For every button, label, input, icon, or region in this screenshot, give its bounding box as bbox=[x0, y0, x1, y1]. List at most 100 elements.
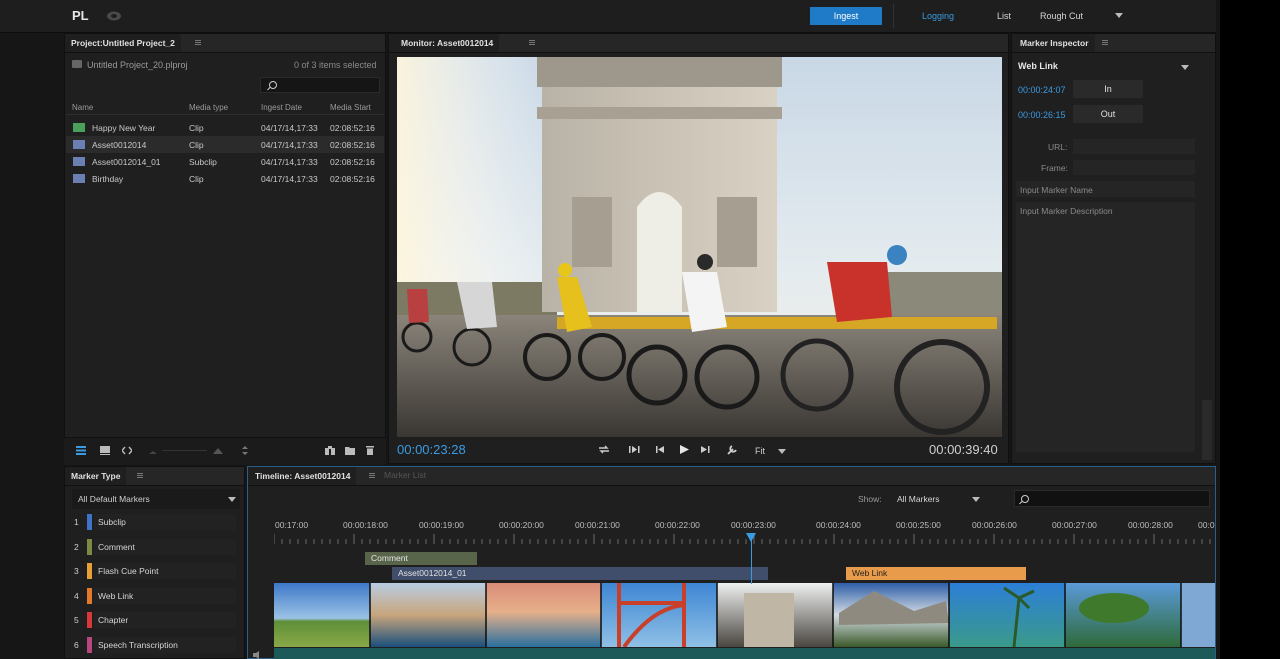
project-search-input[interactable] bbox=[260, 77, 380, 93]
zoom-small-icon[interactable] bbox=[148, 446, 158, 455]
frame-input[interactable] bbox=[1073, 160, 1195, 175]
icon-view-icon[interactable] bbox=[100, 446, 110, 455]
folder-icon[interactable] bbox=[345, 446, 355, 455]
tab-marker-type[interactable]: Marker Type bbox=[65, 467, 127, 485]
out-timecode[interactable]: 00:00:26:15 bbox=[1018, 110, 1066, 120]
comment-marker[interactable]: Comment bbox=[365, 552, 477, 565]
panel-menu-icon[interactable] bbox=[369, 473, 375, 474]
subclip-marker[interactable]: Asset0012014_01 bbox=[392, 567, 768, 580]
marker-filter-select[interactable]: All Default Markers bbox=[72, 489, 240, 509]
marker-type-number: 5 bbox=[74, 615, 79, 625]
in-timecode[interactable]: 00:00:24:07 bbox=[1018, 85, 1066, 95]
screen-margin bbox=[1220, 0, 1280, 659]
marker-type-item-speech-transcription[interactable]: 6 Speech Transcription bbox=[72, 635, 236, 655]
list-view-icon[interactable] bbox=[76, 446, 86, 455]
sort-icon[interactable] bbox=[240, 446, 250, 455]
set-in-button[interactable]: In bbox=[1073, 80, 1143, 98]
table-row[interactable]: Asset0012014 Clip 04/17/14,17:33 02:08:5… bbox=[66, 136, 384, 153]
ruler-label: 00:00:21:00 bbox=[575, 520, 620, 530]
step-to-in-icon[interactable] bbox=[628, 444, 640, 455]
color-swatch bbox=[87, 637, 92, 653]
table-row[interactable]: Happy New Year Clip 04/17/14,17:33 02:08… bbox=[66, 119, 384, 136]
playhead-handle[interactable] bbox=[746, 533, 756, 542]
ruler-label: 00:0 bbox=[1198, 520, 1215, 530]
trash-icon[interactable] bbox=[365, 446, 375, 455]
playhead-line bbox=[751, 540, 752, 584]
play-icon[interactable] bbox=[678, 444, 690, 455]
chevron-down-icon[interactable] bbox=[228, 497, 236, 502]
video-track-filmstrip[interactable] bbox=[274, 583, 1215, 647]
chevron-down-icon[interactable] bbox=[972, 497, 980, 502]
list-tab[interactable]: List bbox=[997, 11, 1011, 21]
tab-marker-list[interactable]: Marker List bbox=[384, 470, 426, 480]
duration-timecode: 00:00:39:40 bbox=[929, 442, 998, 457]
marker-type-item-web-link[interactable]: 4 Web Link bbox=[72, 586, 236, 606]
wrench-icon[interactable] bbox=[726, 444, 738, 455]
column-header-ingest-date[interactable]: Ingest Date bbox=[261, 103, 302, 112]
step-forward-icon[interactable] bbox=[699, 444, 711, 455]
new-bin-icon[interactable] bbox=[325, 446, 335, 455]
marker-type-item-flash-cue-point[interactable]: 3 Flash Cue Point bbox=[72, 561, 236, 581]
row-date: 04/17/14,17:33 bbox=[261, 123, 318, 133]
tab-monitor[interactable]: Monitor: Asset0012014 bbox=[389, 34, 500, 52]
table-row[interactable]: Asset0012014_01 Subclip 04/17/14,17:33 0… bbox=[66, 153, 384, 170]
tab-marker-inspector[interactable]: Marker Inspector bbox=[1012, 34, 1095, 52]
marker-type-item-chapter[interactable]: 5 Chapter bbox=[72, 610, 236, 630]
marker-name-input[interactable]: Input Marker Name bbox=[1016, 181, 1195, 197]
panel-menu-icon[interactable] bbox=[1102, 40, 1108, 41]
ruler-label: 00:00:26:00 bbox=[972, 520, 1017, 530]
expand-icon[interactable] bbox=[122, 446, 132, 455]
ruler-label: 00:00:27:00 bbox=[1052, 520, 1097, 530]
marker-type-select[interactable]: Web Link bbox=[1018, 61, 1058, 71]
tab-project[interactable]: Project:Untitled Project_2 bbox=[65, 34, 181, 52]
marker-type-label: Comment bbox=[98, 542, 135, 552]
chevron-down-icon[interactable] bbox=[1115, 13, 1123, 18]
logging-tab[interactable]: Logging bbox=[922, 11, 954, 21]
ruler-label: 00:00:19:00 bbox=[419, 520, 464, 530]
zoom-slider[interactable] bbox=[162, 450, 207, 451]
chevron-down-icon[interactable] bbox=[778, 449, 786, 454]
url-input[interactable] bbox=[1073, 139, 1195, 154]
color-swatch bbox=[87, 514, 92, 530]
workspace-select[interactable]: Rough Cut bbox=[1040, 11, 1083, 21]
creative-cloud-icon[interactable] bbox=[106, 10, 122, 21]
zoom-large-icon[interactable] bbox=[213, 446, 223, 455]
table-row[interactable]: Birthday Clip 04/17/14,17:33 02:08:52:16 bbox=[66, 170, 384, 187]
marker-type-item-comment[interactable]: 2 Comment bbox=[72, 537, 236, 557]
ruler-label: 00:00:23:00 bbox=[731, 520, 776, 530]
marker-type-item-subclip[interactable]: 1 Subclip bbox=[72, 512, 236, 532]
audio-track-waveform[interactable] bbox=[274, 648, 1215, 659]
color-swatch bbox=[87, 612, 92, 628]
step-back-icon[interactable] bbox=[654, 444, 666, 455]
video-frame[interactable] bbox=[397, 57, 1002, 437]
column-header-name[interactable]: Name bbox=[72, 103, 93, 112]
chevron-down-icon[interactable] bbox=[1181, 65, 1189, 70]
monitor-tabbar: Monitor: Asset0012014 bbox=[389, 34, 1008, 53]
ingest-button[interactable]: Ingest bbox=[810, 7, 882, 25]
inspector-scrollbar[interactable] bbox=[1202, 400, 1212, 460]
speaker-icon[interactable] bbox=[253, 651, 263, 659]
project-tabbar: Project:Untitled Project_2 bbox=[65, 34, 385, 53]
set-out-button[interactable]: Out bbox=[1073, 105, 1143, 123]
panel-menu-icon[interactable] bbox=[195, 40, 201, 41]
timeline-search-input[interactable] bbox=[1014, 490, 1210, 507]
marker-description-input[interactable]: Input Marker Description bbox=[1016, 202, 1195, 452]
column-header-media-start[interactable]: Media Start bbox=[330, 103, 371, 112]
row-start: 02:08:52:16 bbox=[330, 123, 375, 133]
top-divider bbox=[893, 4, 894, 28]
marker-filter-value: All Default Markers bbox=[78, 494, 150, 504]
column-header-media-type[interactable]: Media type bbox=[189, 103, 228, 112]
marker-type-number: 6 bbox=[74, 640, 79, 650]
subclip-icon bbox=[73, 157, 85, 166]
tab-timeline[interactable]: Timeline: Asset0012014 bbox=[248, 467, 357, 485]
zoom-fit-select[interactable]: Fit bbox=[755, 446, 765, 456]
ruler-label: 00:17:00 bbox=[275, 520, 309, 530]
current-timecode[interactable]: 00:00:23:28 bbox=[397, 442, 466, 457]
panel-menu-icon[interactable] bbox=[137, 473, 143, 474]
web-link-marker[interactable]: Web Link bbox=[846, 567, 1026, 580]
loop-icon[interactable] bbox=[598, 444, 610, 455]
panel-menu-icon[interactable] bbox=[529, 40, 535, 41]
show-markers-select[interactable]: All Markers bbox=[897, 494, 940, 504]
time-ruler[interactable] bbox=[274, 534, 1215, 544]
color-swatch bbox=[87, 539, 92, 555]
